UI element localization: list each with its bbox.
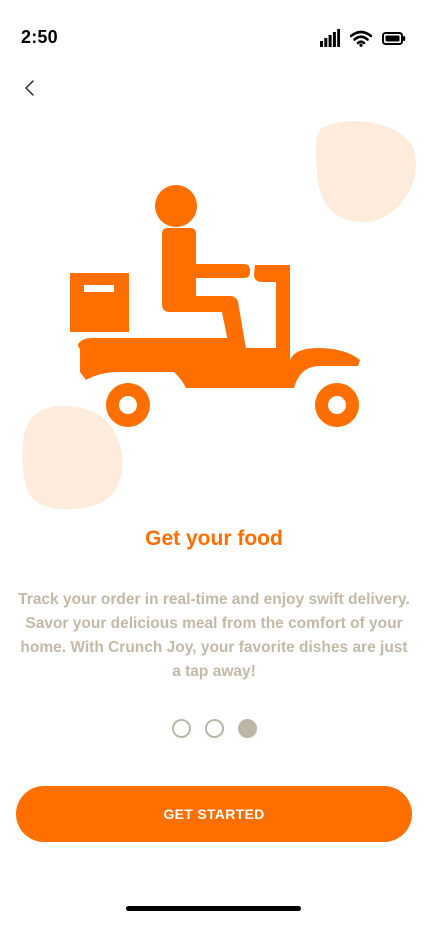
pagination-dot-2[interactable] [204, 718, 224, 738]
wifi-icon [350, 30, 372, 47]
blob-top-right [316, 121, 417, 223]
pagination-dot-3-active[interactable] [237, 718, 257, 738]
pagination-dot-1[interactable] [171, 718, 191, 738]
onboarding-description: Track your order in real-time and enjoy … [18, 591, 410, 680]
status-bar: 2:50 [0, 0, 428, 76]
home-indicator [126, 906, 301, 911]
battery-icon [382, 31, 406, 45]
status-icons [320, 29, 406, 47]
chevron-left-icon [25, 80, 34, 96]
signal-icon [320, 29, 340, 47]
pagination-dots [0, 718, 428, 738]
back-button[interactable] [14, 72, 46, 104]
onboarding-title: Get your food [145, 527, 283, 550]
get-started-button[interactable]: GET STARTED [16, 786, 412, 842]
blob-bottom-left [22, 405, 123, 510]
status-time: 2:50 [21, 27, 58, 47]
delivery-scooter-icon [70, 185, 360, 427]
delivery-illustration [0, 110, 428, 520]
onboarding-screen: 2:50 Get your food Track your order in r… [0, 0, 428, 926]
